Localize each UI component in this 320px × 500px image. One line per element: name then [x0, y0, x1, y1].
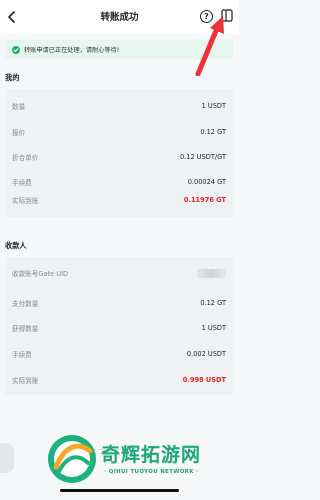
row-value: 1 USDT: [201, 324, 226, 332]
row-value: 0.12 USDT/GT: [179, 153, 226, 161]
payee-row-uid: 收款账号Gate UID: [5, 264, 233, 282]
payee-row-received: 实际到账 0.998 USDT: [5, 371, 233, 389]
mine-row-quote: 报价 0.12 GT: [5, 123, 233, 141]
mine-card: 数量 1 USDT 报价 0.12 GT 折合单价 0.12 USDT/GT 手…: [5, 89, 233, 197]
section-title-mine: 我的: [5, 73, 20, 82]
mine-row-fee: 手续费 0.00024 GT: [5, 173, 233, 191]
row-value: 0.998 USDT: [182, 376, 226, 384]
home-indicator: [60, 489, 179, 492]
check-icon: [12, 45, 20, 54]
mine-row-received: 实际到账 0.11976 GT: [5, 191, 233, 209]
watermark: 奇辉拓游网 · QIHUI TUOYOU NETWORK ·: [46, 433, 236, 493]
row-value: 0.12 GT: [200, 299, 226, 307]
row-value: 0.002 USDT: [186, 350, 226, 358]
section-title-payee: 收款人: [5, 241, 27, 250]
uid-redacted: [197, 268, 226, 278]
payee-card: 收款账号Gate UID 支付数量 0.12 GT 获得数量 1 USDT 手续…: [5, 257, 233, 395]
watermark-subtext: · QIHUI TUOYOU NETWORK ·: [104, 469, 199, 475]
watermark-text: 奇辉拓游网: [101, 444, 202, 466]
side-handle[interactable]: [0, 443, 14, 473]
row-value: 0.00024 GT: [187, 178, 226, 186]
row-label: 报价: [12, 129, 26, 137]
mine-card-footer: 实际到账 0.11976 GT: [5, 196, 233, 217]
row-label: 手续费: [12, 179, 32, 187]
mine-row-quantity: 数量 1 USDT: [5, 97, 233, 115]
row-label: 支付数量: [12, 300, 39, 308]
mine-row-unit-price: 折合单价 0.12 USDT/GT: [5, 148, 233, 166]
row-value: 0.12 GT: [200, 128, 226, 136]
payee-row-pay: 支付数量 0.12 GT: [5, 294, 233, 312]
row-label: 获得数量: [12, 325, 39, 333]
row-value: 0.11976 GT: [183, 196, 226, 204]
row-label: 实际到账: [12, 377, 39, 385]
watermark-logo-icon: [48, 435, 96, 483]
row-label: 手续费: [12, 351, 32, 359]
banner-text: 转账申请已正在处理，请耐心等待!: [24, 47, 120, 54]
payee-row-fee: 手续费 0.002 USDT: [5, 345, 233, 363]
payee-row-get: 获得数量 1 USDT: [5, 319, 233, 337]
row-label: 实际到账: [12, 197, 39, 205]
row-label: 数量: [12, 103, 26, 111]
row-label: 收款账号Gate UID: [12, 270, 69, 278]
row-value: 1 USDT: [201, 102, 226, 110]
row-label: 折合单价: [12, 154, 39, 162]
annotation-arrow-icon: [195, 16, 224, 76]
